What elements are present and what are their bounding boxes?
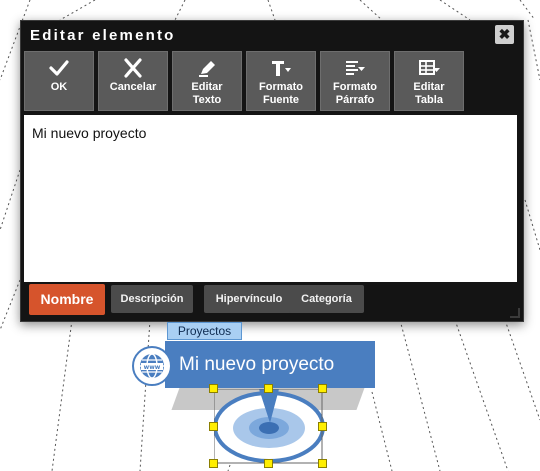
tab-hipervinculo[interactable]: Hipervínculo: [204, 285, 294, 313]
paragraph-format-icon: [321, 58, 389, 80]
selection-handle[interactable]: [318, 459, 327, 468]
ok-label: OK: [50, 81, 68, 93]
tab-descripcion[interactable]: Descripción: [111, 285, 193, 313]
tab-nombre[interactable]: Nombre: [29, 284, 105, 315]
node-target-icon[interactable]: [214, 389, 334, 469]
text-editor-area[interactable]: Mi nuevo proyecto: [24, 115, 517, 282]
formato-parrafo-button[interactable]: Formato Párrafo: [320, 51, 390, 111]
resize-grip-icon[interactable]: [510, 308, 520, 318]
globe-icon: www: [132, 346, 172, 386]
svg-text:www: www: [144, 364, 161, 371]
formato-fuente-button[interactable]: Formato Fuente: [246, 51, 316, 111]
editor-text[interactable]: Mi nuevo proyecto: [32, 125, 146, 141]
category-label[interactable]: Proyectos: [167, 322, 242, 340]
table-icon: [395, 58, 463, 80]
close-icon[interactable]: ✖: [495, 25, 514, 44]
selection-handle[interactable]: [209, 384, 218, 393]
editar-texto-label: Editar Texto: [191, 81, 223, 106]
selection-handle[interactable]: [318, 422, 327, 431]
pencil-icon: [173, 58, 241, 80]
editar-elemento-dialog: Editar elemento ✖ OK Cancelar Editar Tex…: [20, 20, 524, 322]
selection-handle[interactable]: [264, 384, 273, 393]
selection-handle[interactable]: [264, 459, 273, 468]
text-format-icon: [247, 58, 315, 80]
formato-parrafo-label: Formato Párrafo: [333, 81, 377, 106]
node-title: Mi nuevo proyecto: [179, 354, 335, 375]
cancelar-label: Cancelar: [109, 81, 157, 93]
selection-handle[interactable]: [209, 459, 218, 468]
ok-button[interactable]: OK: [24, 51, 94, 111]
editar-tabla-button[interactable]: Editar Tabla: [394, 51, 464, 111]
editar-texto-button[interactable]: Editar Texto: [172, 51, 242, 111]
dialog-title: Editar elemento: [30, 27, 176, 44]
tab-categoria[interactable]: Categoría: [289, 285, 364, 313]
selection-handle[interactable]: [209, 422, 218, 431]
cancelar-button[interactable]: Cancelar: [98, 51, 168, 111]
formato-fuente-label: Formato Fuente: [259, 81, 303, 106]
check-icon: [25, 58, 93, 80]
node-title-banner[interactable]: Mi nuevo proyecto: [165, 341, 375, 388]
close-x-icon: [99, 58, 167, 80]
selection-handle[interactable]: [318, 384, 327, 393]
editar-tabla-label: Editar Tabla: [413, 81, 445, 106]
